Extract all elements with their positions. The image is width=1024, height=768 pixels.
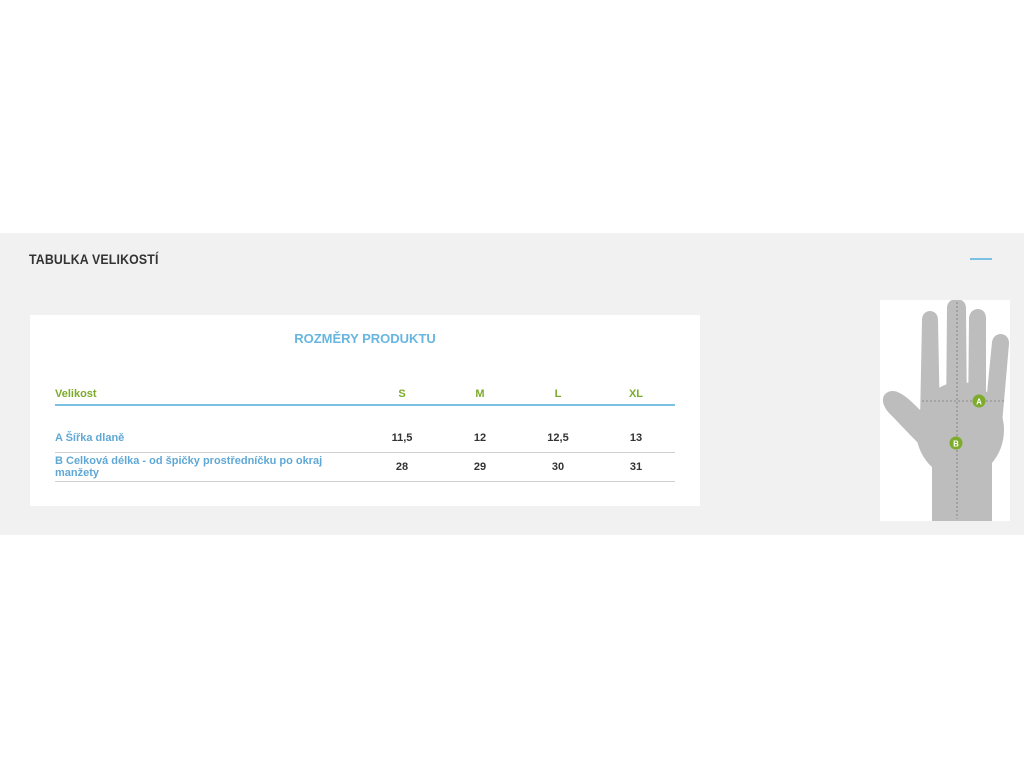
table-cell: 28 bbox=[363, 452, 441, 482]
row-label-total-length: B Celková délka - od špičky prostředníčk… bbox=[55, 452, 363, 482]
table-title: ROZMĚRY PRODUKTU bbox=[294, 331, 436, 346]
header-size-xl: XL bbox=[597, 384, 675, 406]
hand-measurement-diagram: A B bbox=[880, 300, 1010, 521]
table-header-row: Velikost S M L XL bbox=[55, 384, 675, 406]
table-spacer bbox=[55, 405, 675, 424]
table-row: A Šířka dlaně 11,5 12 12,5 13 bbox=[55, 424, 675, 453]
minus-icon bbox=[970, 258, 992, 260]
table-cell: 12 bbox=[441, 424, 519, 453]
table-cell: 13 bbox=[597, 424, 675, 453]
table-cell: 29 bbox=[441, 452, 519, 482]
header-size-l: L bbox=[519, 384, 597, 406]
header-size-m: M bbox=[441, 384, 519, 406]
hand-silhouette bbox=[882, 300, 1010, 521]
size-table: Velikost S M L XL A Šířka dlaně 11,5 12 … bbox=[55, 384, 675, 482]
table-cell: 30 bbox=[519, 452, 597, 482]
section-title: TABULKA VELIKOSTÍ bbox=[29, 251, 159, 267]
collapse-toggle-button[interactable] bbox=[968, 250, 996, 268]
table-row: B Celková délka - od špičky prostředníčk… bbox=[55, 452, 675, 482]
row-label-palm-width: A Šířka dlaně bbox=[55, 424, 363, 453]
header-size-s: S bbox=[363, 384, 441, 406]
marker-a-label: A bbox=[976, 398, 982, 407]
table-cell: 12,5 bbox=[519, 424, 597, 453]
table-cell: 31 bbox=[597, 452, 675, 482]
marker-b-label: B bbox=[953, 440, 959, 449]
hand-illustration: A B bbox=[882, 300, 1010, 521]
header-label: Velikost bbox=[55, 384, 363, 406]
table-cell: 11,5 bbox=[363, 424, 441, 453]
size-table-card: ROZMĚRY PRODUKTU Velikost S M L XL A Šíř… bbox=[30, 315, 700, 506]
